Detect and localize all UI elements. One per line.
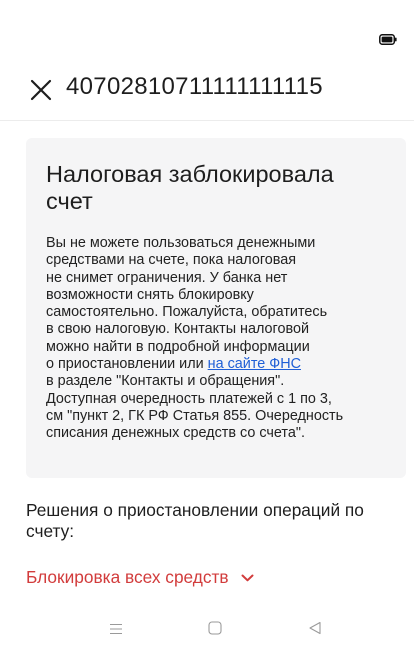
notice-body-line: не снимет ограничения. У банка нет [46, 269, 288, 286]
block-type-dropdown[interactable]: Блокировка всех средств [26, 567, 254, 588]
notice-title-line: Налоговая заблокировала [46, 161, 334, 187]
home-icon[interactable] [208, 621, 222, 635]
notice-body-line: возможности снять блокировку [46, 286, 254, 303]
close-icon[interactable] [30, 79, 52, 101]
fns-site-link[interactable]: на сайте ФНС [208, 356, 301, 372]
account-number-title: 40702810711111111115 [66, 73, 323, 100]
back-icon[interactable] [308, 621, 322, 635]
system-nav-bar [0, 612, 414, 646]
decisions-heading: Решения о приостановлении операций по сч… [26, 500, 398, 542]
status-bar [0, 0, 414, 60]
notice-body-line: можно найти в подробной информации [46, 338, 310, 355]
notice-body-line: средствами на счете, пока налоговая [46, 252, 297, 269]
chevron-down-icon [241, 574, 254, 581]
notice-body-line: Вы не можете пользоваться денежными [46, 235, 316, 251]
notice-title: Налоговая заблокировала счет [46, 161, 386, 215]
link-prefix-text: о приостановлении или [46, 356, 208, 373]
decisions-heading-line: счету: [26, 521, 75, 541]
notice-title-line: счет [46, 188, 93, 214]
notice-body-line: в разделе "Контакты и обращения". [46, 373, 285, 390]
decisions-heading-line: Решения о приостановлении операций по [26, 500, 364, 520]
notice-body-line: самостоятельно. Пожалуйста, обратитесь [46, 304, 328, 321]
notice-body-line: см "пункт 2, ГК РФ Статья 855. Очереднос… [46, 407, 344, 424]
dropdown-label: Блокировка всех средств [26, 567, 229, 587]
notice-body-line: списания денежных средств со счета". [46, 425, 305, 442]
notice-body-line: Доступная очередность платежей с 1 по 3, [46, 390, 332, 407]
notice-body: Вы не можете пользоваться денежными сред… [46, 235, 396, 443]
menu-icon[interactable] [109, 623, 123, 635]
notice-body-link-line: о приостановлении или на сайте ФНС [46, 356, 396, 373]
battery-icon [379, 34, 397, 45]
notice-body-line: в свою налоговую. Контакты налоговой [46, 321, 310, 338]
